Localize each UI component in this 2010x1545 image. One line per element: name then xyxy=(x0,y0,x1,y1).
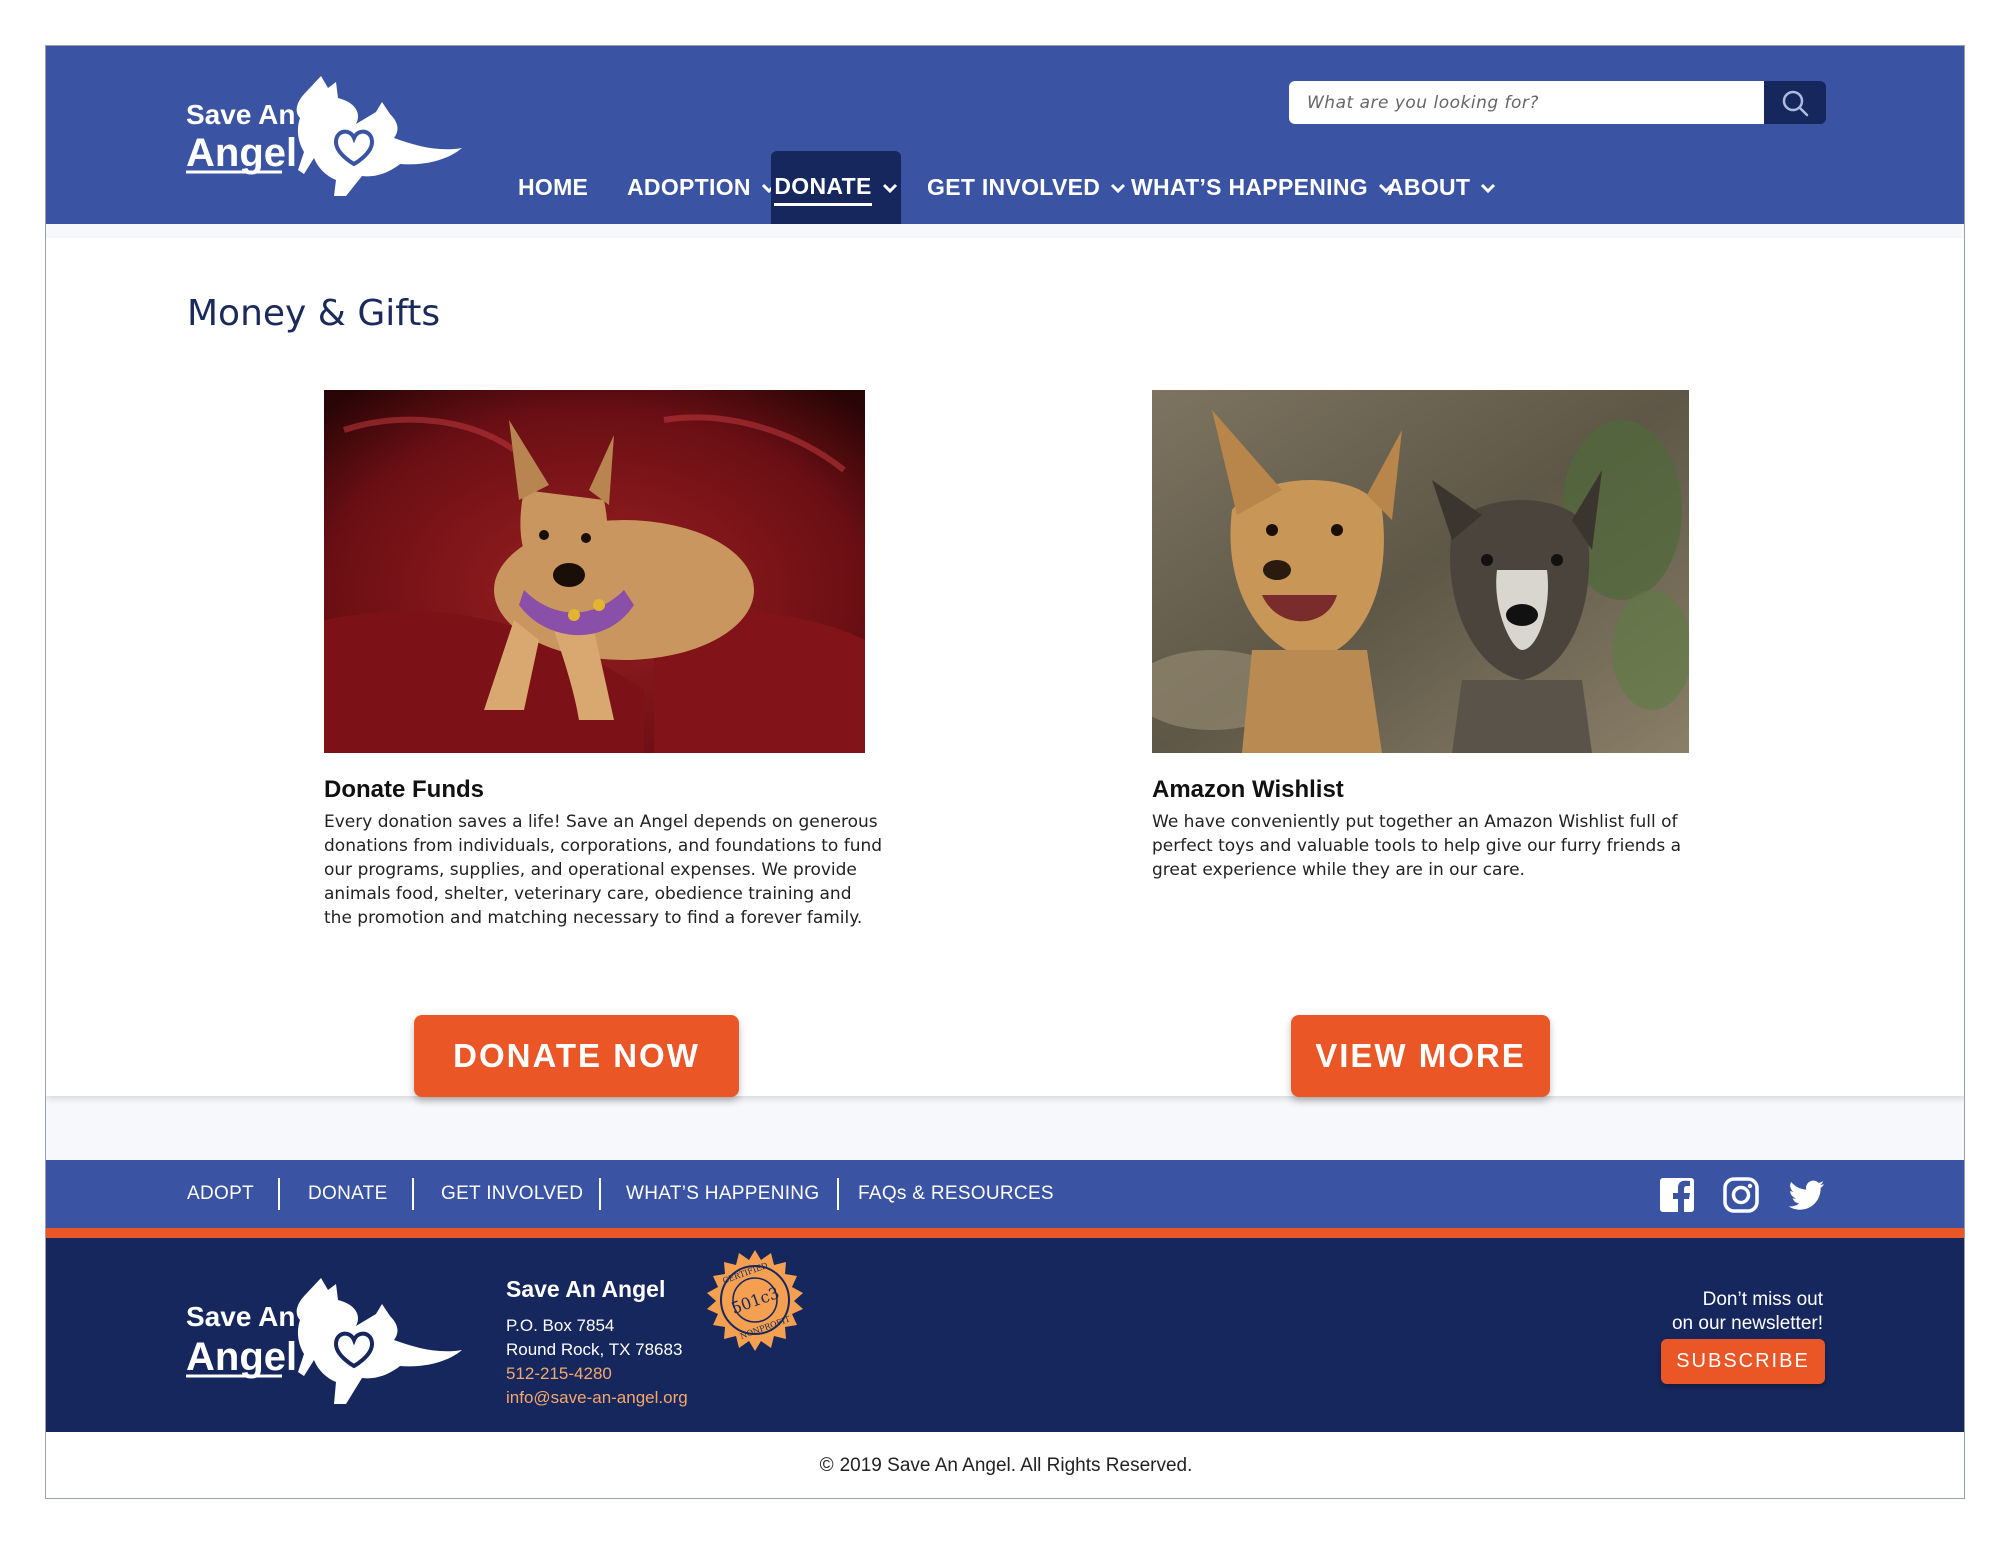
svg-text:Save An: Save An xyxy=(186,1301,295,1332)
site-footer: Save An Angel Save An Angel P.O. Box 785… xyxy=(46,1238,1964,1432)
nav-label: ADOPTION xyxy=(627,174,751,200)
nav-label: GET INVOLVED xyxy=(927,174,1101,200)
nav-donate[interactable]: DONATE xyxy=(771,151,901,224)
footer-divider xyxy=(278,1178,280,1210)
footer-link-adopt[interactable]: ADOPT xyxy=(187,1160,254,1228)
main-nav: HOME ADOPTION DONATE GET INVOLVED WHAT’S… xyxy=(46,151,1964,224)
nonprofit-seal-icon: CERTIFIED 501c3 NONPROFIT xyxy=(707,1250,803,1351)
card-title: Donate Funds xyxy=(324,776,484,803)
copyright-text: 2019 Save An Angel. All Rights Reserved. xyxy=(839,1455,1193,1476)
page-title: Money & Gifts xyxy=(187,293,441,334)
newsletter-line: Don’t miss out xyxy=(1702,1289,1823,1310)
card-text: We have conveniently put together an Ama… xyxy=(1152,812,1682,880)
footer-divider xyxy=(599,1178,601,1210)
nav-label: HOME xyxy=(518,174,589,200)
chevron-down-icon xyxy=(1111,183,1126,193)
twitter-icon[interactable] xyxy=(1788,1176,1826,1214)
logo-graphic: Save An Angel xyxy=(186,1278,462,1404)
nav-label: WHAT’S HAPPENING xyxy=(1131,174,1368,200)
footer-logo[interactable]: Save An Angel xyxy=(186,1274,486,1414)
main-content: Money & Gifts Donate Funds Every donatio… xyxy=(46,238,1964,1097)
phone-link[interactable]: 512-215-4280 xyxy=(506,1364,612,1384)
nav-about[interactable]: ABOUT xyxy=(1387,151,1496,224)
address-line: P.O. Box 7854 xyxy=(506,1316,615,1335)
footer-link-whats-happening[interactable]: WHAT’S HAPPENING xyxy=(626,1160,819,1228)
svg-text:Angel: Angel xyxy=(186,1335,297,1379)
facebook-icon[interactable] xyxy=(1658,1176,1696,1214)
footer-accent-bar xyxy=(46,1228,1964,1238)
subscribe-button[interactable]: SUBSCRIBE xyxy=(1661,1339,1825,1384)
search-button[interactable] xyxy=(1764,81,1826,124)
nav-label: ABOUT xyxy=(1387,174,1471,200)
footer-link-faqs[interactable]: FAQs & RESOURCES xyxy=(858,1160,1054,1228)
footer-nav: ADOPT DONATE GET INVOLVED WHAT’S HAPPENI… xyxy=(46,1160,1964,1228)
address-line: Round Rock, TX 78683 xyxy=(506,1340,683,1359)
footer-link-get-involved[interactable]: GET INVOLVED xyxy=(441,1160,583,1228)
view-more-button[interactable]: VIEW MORE xyxy=(1291,1015,1550,1097)
svg-text:Save An: Save An xyxy=(186,99,295,130)
footer-divider xyxy=(837,1178,839,1210)
footer-link-donate[interactable]: DONATE xyxy=(308,1160,388,1228)
card-title: Amazon Wishlist xyxy=(1152,776,1344,803)
page-frame: Save An Angel HOME ADOPTION xyxy=(45,45,1965,1499)
donate-now-button[interactable]: DONATE NOW xyxy=(414,1015,739,1097)
instagram-icon[interactable] xyxy=(1722,1176,1760,1214)
site-header: Save An Angel HOME ADOPTION xyxy=(46,46,1964,224)
copyright-icon: © xyxy=(819,1455,834,1476)
org-name: Save An Angel xyxy=(506,1276,666,1302)
chevron-down-icon xyxy=(1481,183,1496,193)
donate-funds-image xyxy=(324,390,865,753)
nav-home[interactable]: HOME xyxy=(518,151,588,224)
search-input[interactable] xyxy=(1289,81,1764,124)
amazon-wishlist-image xyxy=(1152,390,1689,753)
search-icon xyxy=(1782,90,1809,116)
nav-get-involved[interactable]: GET INVOLVED xyxy=(927,151,1126,224)
newsletter-prompt: Don’t miss out on our newsletter! xyxy=(1672,1288,1823,1336)
chevron-down-icon xyxy=(882,183,897,193)
nav-adoption[interactable]: ADOPTION xyxy=(627,151,777,224)
nav-whats-happening[interactable]: WHAT’S HAPPENING xyxy=(1131,151,1394,224)
card-text: Every donation saves a life! Save an Ang… xyxy=(324,812,883,928)
footer-divider xyxy=(412,1178,414,1210)
nav-label: DONATE xyxy=(774,173,872,206)
email-link[interactable]: info@save-an-angel.org xyxy=(506,1388,688,1408)
search-bar xyxy=(1289,81,1826,124)
newsletter-line: on our newsletter! xyxy=(1671,1313,1823,1334)
copyright-bar: © 2019 Save An Angel. All Rights Reserve… xyxy=(46,1432,1964,1498)
